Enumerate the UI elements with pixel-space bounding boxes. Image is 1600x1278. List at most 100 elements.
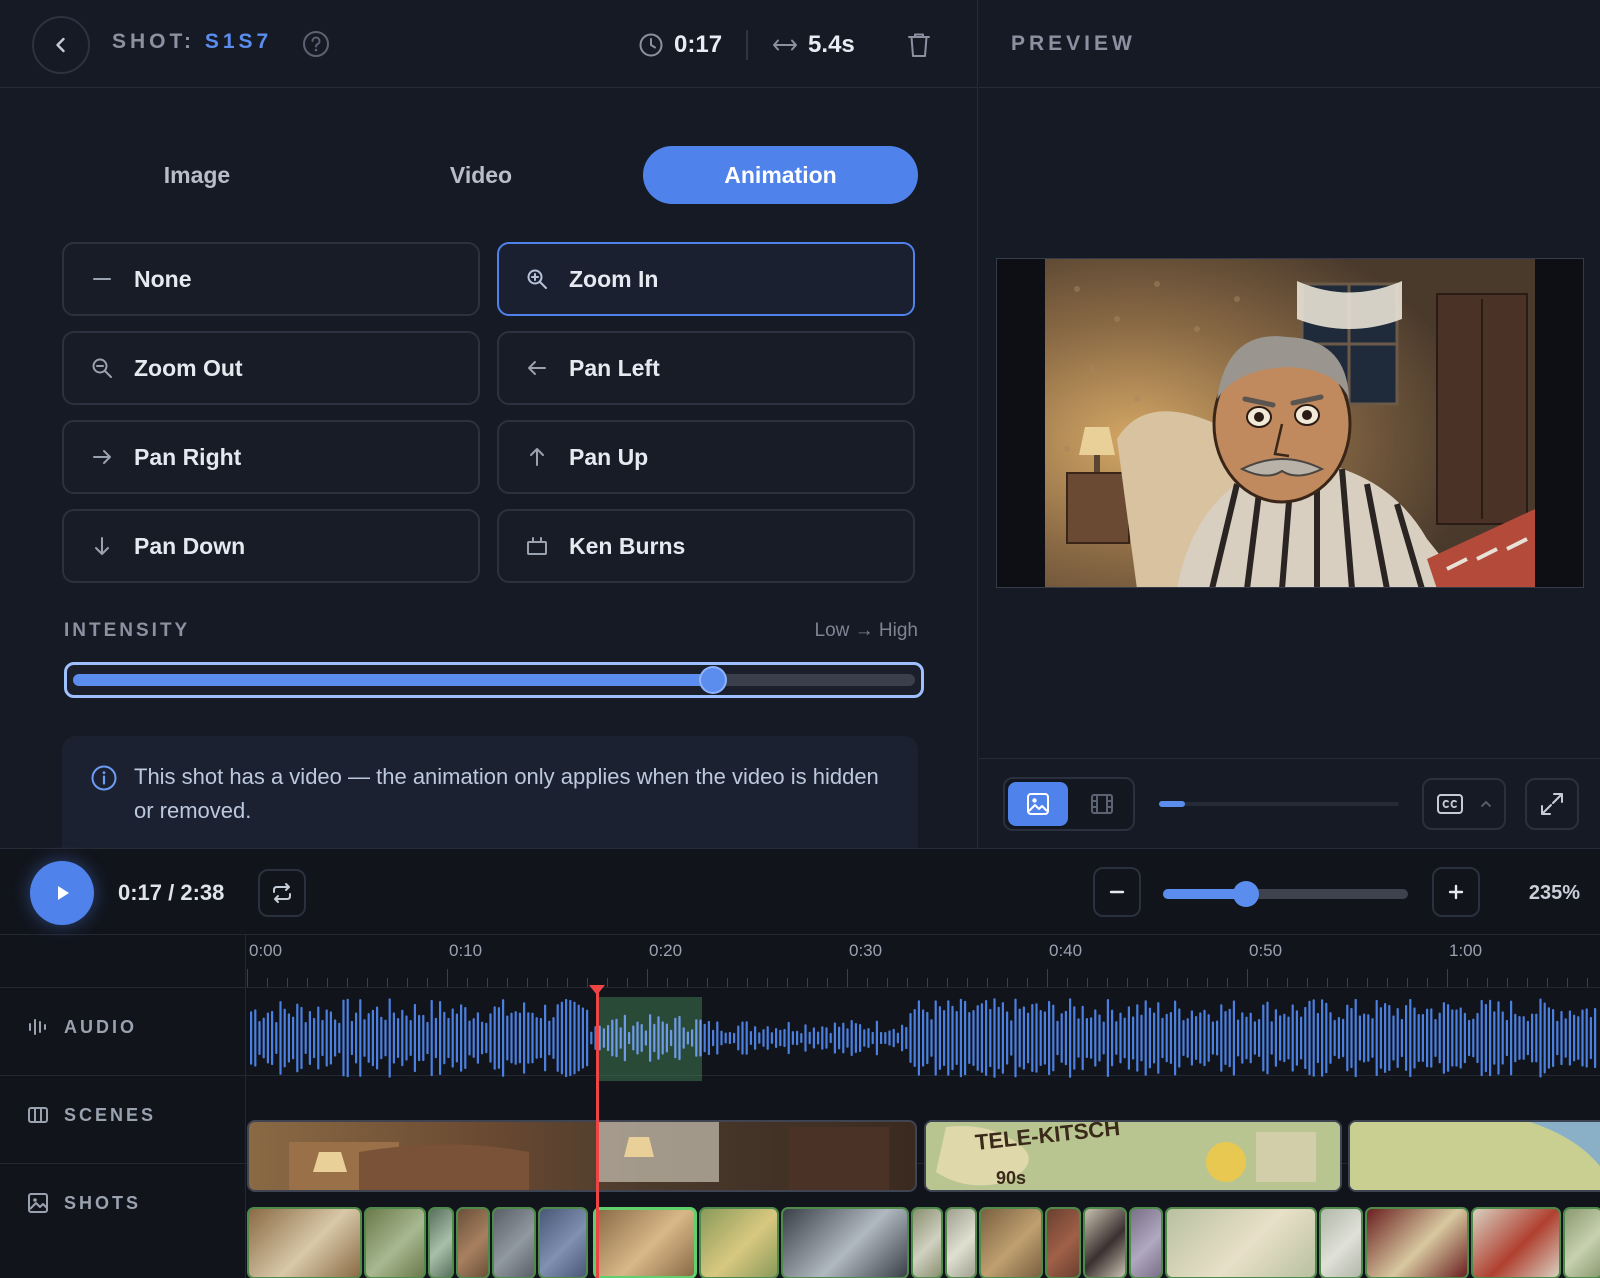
shot-clip-active[interactable] <box>593 1207 697 1278</box>
waveform-bar <box>493 1006 496 1070</box>
shot-clip[interactable] <box>1471 1207 1561 1278</box>
animation-option-none[interactable]: None <box>62 242 480 316</box>
ruler-tick <box>1087 978 1088 987</box>
waveform-bar <box>1304 1006 1307 1070</box>
image-mode-button[interactable] <box>1008 782 1068 826</box>
shot-header: SHOT: S1S7 0:17 5.4s <box>0 0 978 88</box>
ruler-tick <box>267 978 268 987</box>
preview-image <box>996 258 1584 588</box>
playhead[interactable] <box>596 989 599 1278</box>
waveform-bar <box>644 1030 647 1046</box>
waveform-bar <box>1552 1009 1555 1067</box>
shot-clip[interactable] <box>911 1207 943 1278</box>
waveform-bar <box>476 1012 479 1064</box>
shot-clip[interactable] <box>538 1207 588 1278</box>
animation-option-pan-left[interactable]: Pan Left <box>497 331 915 405</box>
shot-clip[interactable] <box>456 1207 490 1278</box>
shot-clip[interactable] <box>1045 1207 1081 1278</box>
play-button[interactable] <box>30 861 94 925</box>
shot-clip[interactable] <box>247 1207 362 1278</box>
shot-clip[interactable] <box>699 1207 779 1278</box>
back-button[interactable] <box>32 16 90 74</box>
animation-option-zoom-in[interactable]: Zoom In <box>497 242 915 316</box>
track-label-scenes: SCENES <box>26 1103 156 1127</box>
video-mode-button[interactable] <box>1072 782 1132 826</box>
zoom-out-button[interactable] <box>1093 867 1141 917</box>
shot-clip[interactable] <box>1365 1207 1469 1278</box>
waveform-bar <box>1346 1004 1349 1072</box>
captions-button[interactable] <box>1422 778 1506 830</box>
delete-shot-icon[interactable] <box>906 31 932 59</box>
preview-panel: PREVIEW <box>979 0 1600 848</box>
waveform-bar <box>1371 1018 1374 1058</box>
waveform-bar <box>884 1032 887 1044</box>
waveform-bar <box>527 1012 530 1064</box>
timeline-toolbar: 0:17 / 2:38 235% <box>0 849 1600 935</box>
waveform-bar <box>1438 1012 1441 1064</box>
ruler-tick <box>767 978 768 987</box>
fullscreen-button[interactable] <box>1525 778 1579 830</box>
waveform-bar <box>796 1030 799 1046</box>
shot-clip[interactable] <box>1083 1207 1127 1278</box>
waveform-bar <box>1337 1016 1340 1060</box>
animation-option-label: Ken Burns <box>569 532 686 559</box>
shot-clip[interactable] <box>1165 1207 1317 1278</box>
animation-option-zoom-out[interactable]: Zoom Out <box>62 331 480 405</box>
ruler-tick <box>927 978 928 987</box>
playhead-handle[interactable] <box>589 985 605 995</box>
shot-clip[interactable] <box>781 1207 909 1278</box>
waveform-bar <box>1308 1000 1311 1076</box>
shot-clip[interactable] <box>1563 1207 1600 1278</box>
intensity-slider-thumb[interactable] <box>700 668 725 692</box>
chevron-up-icon[interactable] <box>1478 796 1494 812</box>
timeline-zoom-slider[interactable] <box>1163 881 1408 907</box>
timeline-tracks[interactable]: 0:00 0:10 0:20 0:30 0:40 0:50 1:00 TELE-KITSCH… <box>247 935 1600 1278</box>
scene-clip[interactable] <box>247 1120 917 1192</box>
ruler-tick <box>1327 978 1328 987</box>
animation-option-pan-right[interactable]: Pan Right <box>62 420 480 494</box>
scene-clip[interactable]: TELE-KITSCH 90s <box>924 1120 1342 1192</box>
waveform-bar <box>329 1011 332 1065</box>
waveform-bar <box>1375 999 1378 1077</box>
timeline-zoom-thumb[interactable] <box>1233 881 1260 907</box>
shot-clip[interactable] <box>979 1207 1043 1278</box>
shot-clip[interactable] <box>1319 1207 1363 1278</box>
ruler-tick <box>407 978 408 987</box>
waveform-bar <box>355 1012 358 1064</box>
waveform-bar <box>657 1016 660 1060</box>
tab-video[interactable]: Video <box>346 146 616 204</box>
shot-clip[interactable] <box>492 1207 536 1278</box>
preview-mode-toggle <box>1003 777 1135 831</box>
waveform-bar <box>665 1023 668 1053</box>
shot-clip[interactable] <box>428 1207 454 1278</box>
waveform-bar <box>1388 1005 1391 1071</box>
waveform-bar <box>1514 1013 1517 1063</box>
animation-option-pan-up[interactable]: Pan Up <box>497 420 915 494</box>
waveform-bar <box>930 1019 933 1057</box>
ruler-tick <box>447 969 448 987</box>
waveform-bar <box>628 1031 631 1045</box>
ruler-tick <box>1507 978 1508 987</box>
preview-scrubber[interactable] <box>1159 801 1399 807</box>
waveform-bar <box>712 1029 715 1047</box>
animation-option-ken-burns[interactable]: Ken Burns <box>497 509 915 583</box>
audio-waveform[interactable] <box>247 993 1600 1083</box>
scene-clip[interactable] <box>1348 1120 1600 1192</box>
animation-option-pan-down[interactable]: Pan Down <box>62 509 480 583</box>
tab-image[interactable]: Image <box>62 146 332 204</box>
tab-animation[interactable]: Animation <box>643 146 918 204</box>
shot-clip[interactable] <box>1129 1207 1163 1278</box>
ruler-tick <box>967 978 968 987</box>
waveform-bar <box>1123 1017 1126 1059</box>
intensity-slider[interactable] <box>64 662 924 698</box>
waveform-bar <box>1140 1014 1143 1062</box>
waveform-bar <box>1476 1012 1479 1064</box>
ruler-tick <box>727 978 728 987</box>
zoom-in-button[interactable] <box>1432 867 1480 917</box>
waveform-bar <box>766 1026 769 1050</box>
loop-button[interactable] <box>258 869 306 917</box>
help-icon[interactable] <box>302 30 330 58</box>
shot-clip[interactable] <box>945 1207 977 1278</box>
shot-clip[interactable] <box>364 1207 426 1278</box>
waveform-bar <box>1543 1002 1546 1074</box>
